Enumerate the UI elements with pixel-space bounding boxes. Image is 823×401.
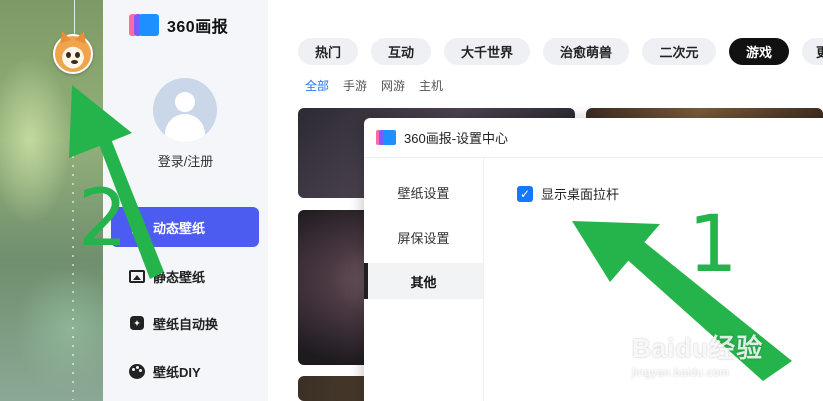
sidebar-item-auto-change[interactable]: 壁纸自动换 — [111, 303, 259, 343]
app-logo-icon — [129, 14, 159, 36]
wallpaper-decoration — [72, 120, 74, 400]
category-chip-hot[interactable]: 热门 — [298, 38, 358, 65]
category-chip-cute-pets[interactable]: 治愈萌兽 — [543, 38, 629, 65]
app-sidebar: 360画报 登录/注册 ▶ 动态壁纸 静态壁纸 壁纸自动换 壁纸DIY — [103, 0, 268, 401]
sidebar-item-label: 动态壁纸 — [153, 220, 206, 236]
dialog-tab-list: 壁纸设置 屏保设置 其他 — [364, 158, 484, 401]
desktop-pull-rod-icon[interactable] — [53, 34, 93, 74]
dynamic-wallpaper-icon: ▶ — [132, 219, 142, 235]
category-chip-more[interactable]: 更 — [802, 38, 823, 65]
checkbox-label: 显示桌面拉杆 — [541, 187, 620, 202]
sub-tab-all[interactable]: 全部 — [305, 77, 329, 94]
tab-wallpaper-settings[interactable]: 壁纸设置 — [364, 174, 483, 210]
user-avatar[interactable] — [153, 78, 217, 142]
baidu-watermark: Baidu经验 jingyan.baidu.com — [632, 328, 763, 379]
tab-screensaver-settings[interactable]: 屏保设置 — [364, 219, 483, 255]
sub-tab-online[interactable]: 网游 — [381, 77, 405, 94]
sidebar-item-wallpaper-diy[interactable]: 壁纸DIY — [111, 351, 259, 391]
category-chip-games[interactable]: 游戏 — [729, 38, 789, 65]
category-chip-world[interactable]: 大千世界 — [444, 38, 530, 65]
annotation-step-2: 2 — [78, 174, 128, 264]
widget-pull-string[interactable] — [74, 0, 75, 36]
watermark-url: jingyan.baidu.com — [632, 367, 730, 379]
sidebar-item-label: 壁纸DIY — [153, 364, 201, 380]
sidebar-item-label: 静态壁纸 — [153, 269, 206, 285]
sub-category-tabs: 全部 手游 网游 主机 — [305, 77, 443, 94]
dialog-titlebar: 360画报-设置中心 — [364, 118, 823, 158]
sub-tab-console[interactable]: 主机 — [419, 77, 443, 94]
sidebar-item-static-wallpaper[interactable]: 静态壁纸 — [111, 256, 259, 296]
login-register-link[interactable]: 登录/注册 — [103, 151, 268, 170]
image-icon — [129, 268, 145, 284]
app-brand: 360画报 — [129, 14, 228, 36]
watermark-text: Baidu经验 — [632, 333, 764, 363]
app-logo-icon — [376, 130, 396, 145]
sidebar-item-label: 壁纸自动换 — [153, 316, 219, 332]
category-chip-interactive[interactable]: 互动 — [371, 38, 431, 65]
dialog-title: 360画报-设置中心 — [404, 131, 509, 146]
show-desktop-rod-checkbox[interactable]: ✓ — [517, 185, 533, 202]
show-desktop-rod-option[interactable]: ✓ 显示桌面拉杆 — [517, 184, 619, 203]
palette-icon — [129, 363, 145, 379]
pinwheel-icon — [129, 315, 145, 331]
brand-name: 360画报 — [167, 19, 229, 36]
sub-tab-mobile[interactable]: 手游 — [343, 77, 367, 94]
category-chip-anime[interactable]: 二次元 — [642, 38, 716, 65]
tab-other[interactable]: 其他 — [364, 263, 483, 299]
annotation-step-1: 1 — [688, 200, 738, 290]
sidebar-item-dynamic-wallpaper[interactable]: ▶ 动态壁纸 — [111, 207, 259, 247]
